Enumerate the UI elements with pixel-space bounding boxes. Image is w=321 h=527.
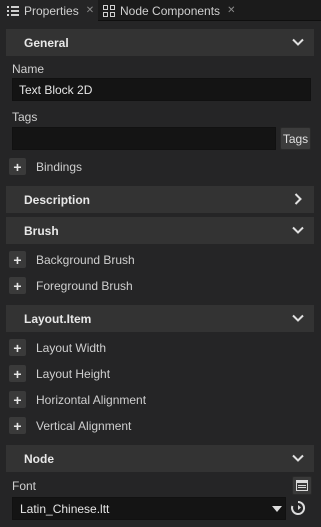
list-icon (7, 5, 19, 17)
property-label: Horizontal Alignment (36, 393, 147, 407)
section-layout-item-header[interactable]: Layout.Item (6, 305, 314, 332)
tab-label: Node Components (120, 3, 221, 18)
font-value: Latin_Chinese.ltt (20, 501, 110, 516)
layout-width-row[interactable]: + Layout Width (6, 337, 314, 359)
section-title: General (24, 35, 69, 50)
property-label: Foreground Brush (36, 279, 133, 293)
chevron-right-icon (294, 193, 302, 205)
name-label: Name (12, 62, 45, 76)
chevron-down-icon (292, 454, 304, 462)
tab-properties[interactable]: Properties ✕ (0, 0, 98, 21)
chevron-down-icon (292, 38, 304, 46)
tab-node-components[interactable]: Node Components ✕ (98, 0, 248, 21)
font-dropdown[interactable]: Latin_Chinese.ltt (12, 497, 286, 520)
revert-button[interactable] (290, 500, 306, 516)
section-title: Layout.Item (24, 311, 92, 326)
close-icon[interactable]: ✕ (86, 5, 94, 16)
revert-arrow-icon (291, 500, 306, 515)
section-description-header[interactable]: Description (6, 186, 314, 213)
vertical-alignment-row[interactable]: + Vertical Alignment (6, 415, 314, 437)
tags-label: Tags (12, 110, 38, 124)
property-label: Vertical Alignment (36, 419, 132, 433)
close-icon[interactable]: ✕ (227, 5, 235, 16)
plus-icon[interactable]: + (9, 391, 26, 408)
plus-icon[interactable]: + (9, 251, 26, 268)
open-window-icon (296, 480, 308, 491)
property-label: Layout Height (36, 367, 111, 381)
section-brush-header[interactable]: Brush (6, 217, 314, 244)
section-node-header[interactable]: Node (6, 445, 314, 472)
section-general-header[interactable]: General (6, 29, 314, 56)
property-label: Layout Width (36, 341, 107, 355)
horizontal-alignment-row[interactable]: + Horizontal Alignment (6, 389, 314, 411)
tab-label: Properties (24, 3, 79, 18)
background-brush-row[interactable]: + Background Brush (6, 249, 314, 271)
plus-icon[interactable]: + (9, 417, 26, 434)
section-title: Node (24, 451, 54, 466)
layout-height-row[interactable]: + Layout Height (6, 363, 314, 385)
foreground-brush-row[interactable]: + Foreground Brush (6, 275, 314, 297)
section-title: Brush (24, 223, 59, 238)
dropdown-caret-icon (272, 506, 282, 512)
tags-button[interactable]: Tags (280, 127, 311, 150)
property-label: Background Brush (36, 253, 135, 267)
plus-icon[interactable]: + (9, 339, 26, 356)
components-icon (103, 4, 115, 17)
name-field[interactable]: Text Block 2D (12, 78, 311, 101)
font-label: Font (12, 479, 37, 493)
font-browse-button[interactable] (292, 476, 312, 495)
chevron-down-icon (292, 226, 304, 234)
plus-icon[interactable]: + (9, 365, 26, 382)
plus-icon[interactable]: + (9, 277, 26, 294)
tab-bar: Properties ✕ Node Components ✕ (0, 0, 321, 21)
plus-icon[interactable]: + (9, 158, 26, 175)
section-title: Description (24, 192, 91, 207)
chevron-down-icon (292, 314, 304, 322)
bindings-row[interactable]: + Bindings (6, 156, 314, 178)
tags-field[interactable] (12, 127, 276, 150)
bindings-label: Bindings (36, 160, 83, 174)
